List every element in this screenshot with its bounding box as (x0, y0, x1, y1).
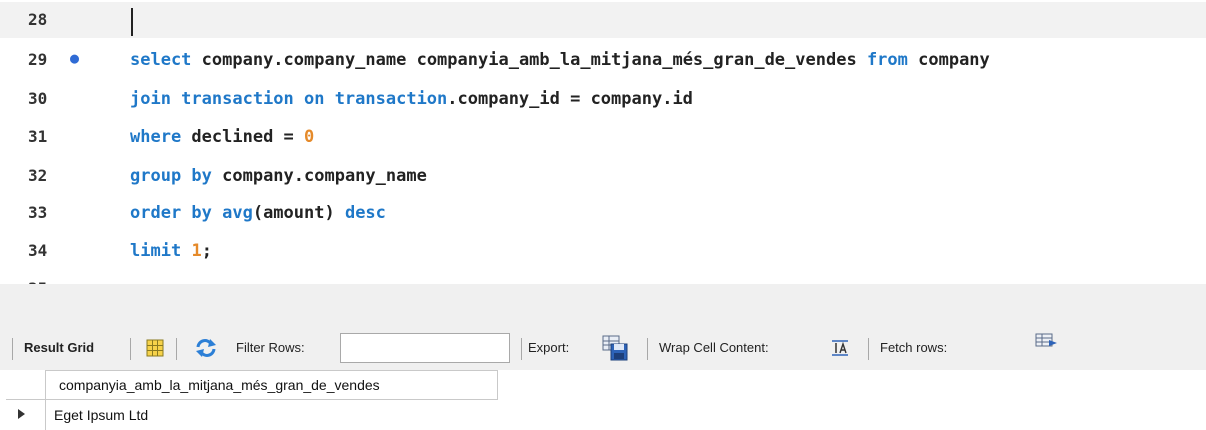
sql-text: company (907, 50, 990, 70)
sql-text: declined = (181, 127, 305, 147)
code-text[interactable]: order by avg(amount) desc (130, 195, 386, 231)
code-line[interactable]: 32 group by company.company_name (0, 158, 1206, 194)
line-number: 28 (28, 10, 48, 29)
sql-keyword: group by (130, 166, 212, 186)
grid-header-row: companyia_amb_la_mitjana_més_gran_de_ven… (0, 370, 1206, 400)
filter-rows-input[interactable] (340, 333, 510, 363)
table-row[interactable]: Eget Ipsum Ltd (0, 400, 1206, 430)
sql-keyword: select (130, 50, 192, 70)
line-number: 30 (28, 89, 48, 108)
code-line[interactable]: 31 where declined = 0 (0, 119, 1206, 155)
current-row-arrow-icon (18, 409, 25, 419)
line-number: 32 (28, 166, 48, 185)
sql-number: 1 (191, 241, 202, 261)
sql-keyword: limit (130, 241, 182, 261)
sql-text: (amount) (252, 203, 345, 223)
toolbar-separator (647, 338, 648, 360)
sql-keyword: order by avg (130, 203, 253, 223)
sql-keyword: from (866, 50, 908, 70)
fetch-rows-icon[interactable] (1034, 326, 1058, 370)
toolbar-separator (868, 338, 869, 360)
code-line[interactable]: 28 (0, 2, 1206, 38)
text-cursor (131, 8, 133, 36)
grid-layout-icon[interactable] (145, 326, 165, 370)
sql-keyword: join transaction on transaction (130, 89, 448, 109)
export-icon[interactable] (601, 326, 629, 370)
code-line[interactable]: 35 (0, 271, 1206, 284)
result-toolbar: Result Grid Filter Rows: Export: Wrap Ce… (0, 326, 1206, 370)
code-text[interactable]: select company.company_name companyia_am… (130, 42, 990, 78)
toolbar-separator (12, 338, 13, 360)
code-line[interactable]: 30 join transaction on transaction.compan… (0, 81, 1206, 117)
filter-rows-label: Filter Rows: (236, 340, 305, 355)
fetch-rows-label: Fetch rows: (880, 340, 948, 355)
sql-text: company.company_name (211, 166, 427, 186)
sql-text: company.company_name companyia_amb_la_mi… (191, 50, 867, 70)
sql-number: 0 (304, 127, 315, 147)
sql-keyword: desc (344, 203, 386, 223)
toolbar-separator (176, 338, 177, 360)
line-number: 34 (28, 241, 48, 260)
sql-editor[interactable]: 28 29 ● select company.company_name company… (0, 0, 1206, 284)
sql-text: ; (201, 241, 212, 261)
refresh-icon[interactable] (194, 326, 218, 370)
statement-marker-icon: ● (70, 49, 80, 67)
code-line[interactable]: 33 order by avg(amount) desc (0, 195, 1206, 231)
toolbar-separator (521, 338, 522, 360)
line-number: 31 (28, 127, 48, 146)
wrap-cell-content-label: Wrap Cell Content: (659, 340, 769, 355)
grid-corner-cell[interactable] (6, 370, 46, 400)
code-text[interactable]: limit 1; (130, 233, 212, 269)
result-grid[interactable]: companyia_amb_la_mitjana_més_gran_de_ven… (0, 370, 1206, 430)
sql-text: .company_id = company.id (447, 89, 693, 109)
line-number: 29 (28, 50, 48, 69)
table-cell[interactable]: Eget Ipsum Ltd (54, 400, 148, 430)
sql-keyword: where (130, 127, 182, 147)
line-number: 33 (28, 203, 48, 222)
wrap-cell-icon[interactable] (830, 326, 850, 370)
code-text[interactable]: join transaction on transaction.company_… (130, 81, 693, 117)
code-line[interactable]: 34 limit 1; (0, 233, 1206, 269)
code-text[interactable]: group by company.company_name (130, 158, 427, 194)
toolbar-separator (130, 338, 131, 360)
row-selector[interactable] (6, 400, 46, 430)
export-label: Export: (528, 340, 570, 355)
column-header[interactable]: companyia_amb_la_mitjana_més_gran_de_ven… (46, 370, 498, 400)
code-line[interactable]: 29 ● select company.company_name companyia… (0, 42, 1206, 78)
code-text[interactable]: where declined = 0 (130, 119, 314, 155)
result-grid-tab[interactable]: Result Grid (24, 326, 94, 370)
line-number: 35 (28, 271, 47, 284)
